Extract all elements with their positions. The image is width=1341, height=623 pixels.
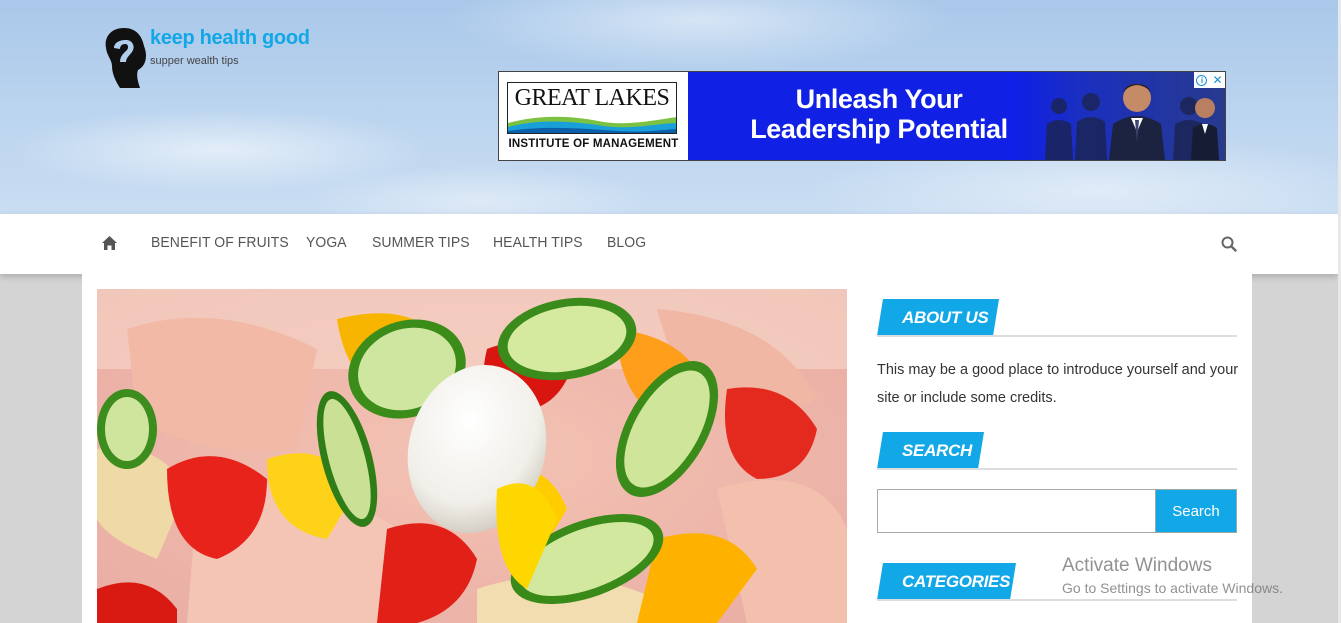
ad-brand-sub: INSTITUTE OF MANAGEMENT xyxy=(508,138,679,150)
site-title[interactable]: keep health good xyxy=(150,27,310,50)
site-tagline: supper wealth tips xyxy=(150,55,239,67)
search-widget-title: SEARCH xyxy=(877,432,1237,470)
nav-item-benefit-of-fruits[interactable]: BENEFIT OF FRUITS xyxy=(151,234,289,251)
nav-item-summer-tips[interactable]: SUMMER TIPS xyxy=(372,234,470,251)
ad-headline[interactable]: Unleash Your Leadership Potential xyxy=(724,84,1034,144)
sidebar-search-input[interactable] xyxy=(877,489,1156,533)
sidebar-search-button[interactable]: Search xyxy=(1155,489,1237,533)
home-icon[interactable] xyxy=(102,236,117,250)
ad-choices-badge[interactable]: i ✕ xyxy=(1194,72,1225,88)
about-us-text: This may be a good place to introduce yo… xyxy=(877,362,1239,406)
info-icon[interactable]: i xyxy=(1196,74,1208,86)
about-us-widget-title: ABOUT US xyxy=(877,299,1237,337)
main-nav: BENEFIT OF FRUITS YOGA SUMMER TIPS HEALT… xyxy=(0,214,1338,274)
watermark-line1: Activate Windows xyxy=(1062,555,1212,576)
about-us-heading: ABOUT US xyxy=(902,308,989,327)
nav-item-yoga[interactable]: YOGA xyxy=(306,234,347,251)
search-icon[interactable] xyxy=(1221,236,1237,252)
ad-logo: GREAT LAKES INSTITUTE OF MANAGEMENT xyxy=(499,72,688,160)
watermark-line2: Go to Settings to activate Windows. xyxy=(1062,580,1283,596)
site-logo[interactable] xyxy=(102,26,148,90)
nav-item-blog[interactable]: BLOG xyxy=(607,234,646,251)
search-heading: SEARCH xyxy=(902,441,972,460)
featured-image-salad[interactable] xyxy=(97,289,847,623)
windows-activation-watermark: Activate Windows Go to Settings to activ… xyxy=(1062,555,1283,596)
ad-banner[interactable]: GREAT LAKES INSTITUTE OF MANAGEMENT Unle… xyxy=(498,71,1226,161)
nav-item-health-tips[interactable]: HEALTH TIPS xyxy=(493,234,583,251)
ad-brand: GREAT LAKES xyxy=(514,85,670,111)
close-icon[interactable]: ✕ xyxy=(1212,73,1222,87)
ad-wave-graphic xyxy=(508,116,676,133)
site-header: keep health good supper wealth tips GREA… xyxy=(0,0,1338,214)
categories-heading: CATEGORIES xyxy=(902,572,1011,591)
